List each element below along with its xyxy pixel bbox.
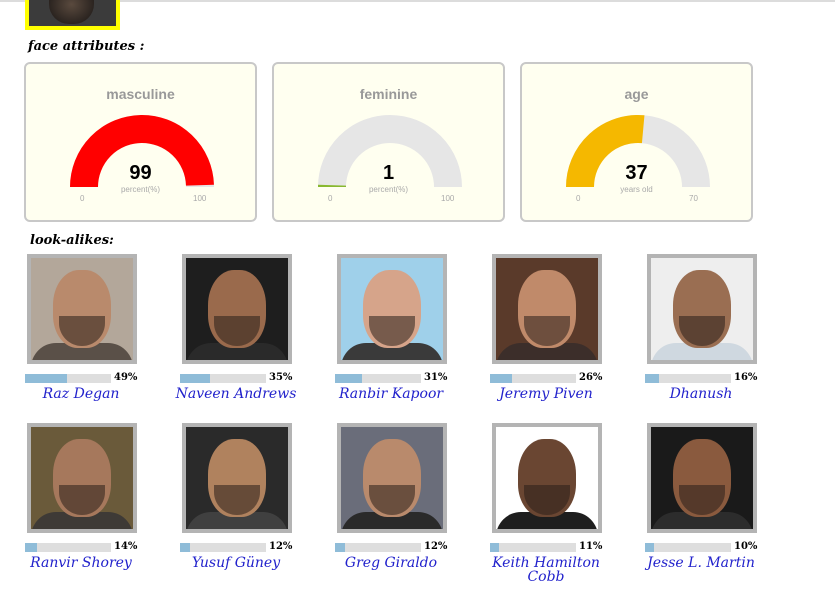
similarity-bar-fill	[25, 374, 68, 383]
gauge-unit: years old	[620, 185, 653, 194]
similarity-percent: 31%	[424, 372, 448, 383]
similarity-percent: 12%	[424, 541, 448, 552]
similarity-percent: 16%	[734, 372, 758, 383]
gauge-max: 100	[193, 194, 207, 203]
face-attributes-heading: face attributes :	[28, 39, 145, 54]
similarity-bar	[180, 543, 266, 552]
gauge-age: age 37 years old 0 70	[520, 62, 753, 222]
similarity-bar-fill	[335, 543, 346, 552]
lookalike-name-link[interactable]: Dhanush	[635, 387, 767, 401]
similarity-percent: 12%	[269, 541, 293, 552]
gauge-feminine: feminine 1 percent(%) 0 100	[272, 62, 505, 222]
lookalike-name-link[interactable]: Jesse L. Martin	[635, 556, 767, 570]
similarity-bar-fill	[25, 543, 38, 552]
top-divider	[0, 0, 835, 2]
gauge-value: 1	[382, 162, 395, 184]
similarity-bar-fill	[490, 374, 513, 383]
similarity-bar-fill	[180, 374, 211, 383]
lookalike-photo[interactable]	[337, 423, 447, 533]
lookalike-name-link[interactable]: Naveen Andrews	[170, 387, 302, 401]
similarity-percent: 49%	[114, 372, 138, 383]
similarity-bar	[490, 543, 576, 552]
similarity-percent: 11%	[579, 541, 603, 552]
gauge-value: 99	[129, 162, 152, 184]
lookalike-photo[interactable]	[27, 254, 137, 364]
lookalike-name-link[interactable]: Yusuf Güney	[170, 556, 302, 570]
lookalike-name-link[interactable]: Keith Hamilton Cobb	[480, 556, 612, 584]
similarity-bar	[335, 374, 421, 383]
gauge-unit: percent(%)	[368, 185, 409, 194]
similarity-bar	[645, 374, 731, 383]
gauge-title: feminine	[359, 86, 418, 102]
gauge-min: 0	[80, 194, 85, 203]
lookalike-name-link[interactable]: Raz Degan	[15, 387, 147, 401]
lookalike-photo[interactable]	[647, 423, 757, 533]
similarity-bar	[645, 543, 731, 552]
similarity-bar-fill	[335, 374, 362, 383]
lookalike-photo[interactable]	[492, 423, 602, 533]
gauge-min: 0	[576, 194, 581, 203]
lookalike-photo[interactable]	[182, 423, 292, 533]
lookalike-photo[interactable]	[27, 423, 137, 533]
look-alikes-heading: look-alikes:	[30, 233, 114, 248]
lookalike-name-link[interactable]: Ranbir Kapoor	[325, 387, 457, 401]
lookalike-name-link[interactable]: Greg Giraldo	[325, 556, 457, 570]
similarity-percent: 35%	[269, 372, 293, 383]
gauge-value: 37	[625, 162, 648, 184]
similarity-bar-fill	[490, 543, 500, 552]
similarity-bar	[25, 374, 111, 383]
lookalike-name-link[interactable]: Jeremy Piven	[480, 387, 612, 401]
similarity-bar-fill	[180, 543, 191, 552]
lookalike-photo[interactable]	[182, 254, 292, 364]
similarity-percent: 10%	[734, 541, 758, 552]
similarity-percent: 26%	[579, 372, 603, 383]
query-face-thumbnail	[25, 0, 120, 30]
gauge-min: 0	[328, 194, 333, 203]
lookalike-name-link[interactable]: Ranvir Shorey	[15, 556, 147, 570]
similarity-bar	[490, 374, 576, 383]
similarity-bar	[335, 543, 421, 552]
lookalike-photo[interactable]	[337, 254, 447, 364]
similarity-bar-fill	[645, 543, 654, 552]
similarity-bar	[180, 374, 266, 383]
similarity-bar	[25, 543, 111, 552]
gauge-masculine: masculine 99 percent(%) 0 100	[24, 62, 257, 222]
gauge-max: 70	[689, 194, 698, 203]
lookalike-photo[interactable]	[647, 254, 757, 364]
similarity-bar-fill	[645, 374, 659, 383]
lookalike-photo[interactable]	[492, 254, 602, 364]
gauge-title: age	[624, 86, 649, 102]
gauge-title: masculine	[106, 86, 175, 102]
gauge-unit: percent(%)	[120, 185, 161, 194]
similarity-percent: 14%	[114, 541, 138, 552]
gauge-max: 100	[441, 194, 455, 203]
